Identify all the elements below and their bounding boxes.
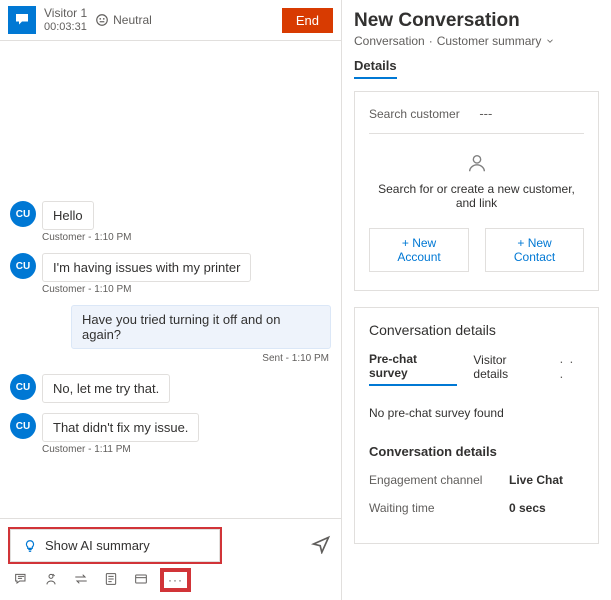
message-bubble: Have you tried turning it off and on aga… bbox=[71, 305, 331, 349]
message-row: CU That didn't fix my issue. bbox=[10, 413, 331, 442]
composer-toolbar: ··· bbox=[10, 562, 331, 594]
end-button[interactable]: End bbox=[282, 8, 333, 33]
no-prechat-text: No pre-chat survey found bbox=[369, 406, 584, 420]
chat-header: Visitor 1 00:03:31 Neutral End bbox=[0, 0, 341, 41]
search-customer-value[interactable]: --- bbox=[479, 106, 492, 121]
message-list: CU Hello Customer - 1:10 PM CU I'm havin… bbox=[0, 41, 341, 518]
message-meta: Sent - 1:10 PM bbox=[10, 353, 329, 364]
lightbulb-icon bbox=[23, 539, 37, 553]
tab-details[interactable]: Details bbox=[354, 58, 397, 79]
breadcrumb[interactable]: Conversation · Customer summary bbox=[354, 34, 599, 48]
message-meta: Customer - 1:10 PM bbox=[42, 284, 331, 295]
more-tabs-button[interactable]: · · · bbox=[559, 354, 584, 384]
message-meta: Customer - 1:11 PM bbox=[42, 444, 331, 455]
quick-replies-icon[interactable] bbox=[12, 570, 30, 588]
transfer-icon[interactable] bbox=[72, 570, 90, 588]
kv-row: Engagement channel Live Chat bbox=[369, 473, 584, 487]
person-icon bbox=[369, 152, 584, 174]
message-row-agent: Have you tried turning it off and on aga… bbox=[10, 305, 331, 349]
visitor-timer: 00:03:31 bbox=[44, 21, 87, 34]
message-bubble: I'm having issues with my printer bbox=[42, 253, 251, 282]
more-actions-button[interactable]: ··· bbox=[162, 570, 189, 590]
knowledge-icon[interactable] bbox=[132, 570, 150, 588]
ai-summary-label: Show AI summary bbox=[45, 538, 150, 553]
search-hint: Search for or create a new customer, and… bbox=[369, 182, 584, 210]
chevron-down-icon bbox=[545, 36, 555, 46]
new-contact-button[interactable]: + New Contact bbox=[485, 228, 584, 272]
tab-visitor-details[interactable]: Visitor details bbox=[473, 353, 543, 385]
notes-icon[interactable] bbox=[102, 570, 120, 588]
new-account-button[interactable]: + New Account bbox=[369, 228, 469, 272]
message-row: CU I'm having issues with my printer bbox=[10, 253, 331, 282]
message-row: CU Hello bbox=[10, 201, 331, 230]
conversation-details-card: Conversation details Pre-chat survey Vis… bbox=[354, 307, 599, 544]
conversation-details-title: Conversation details bbox=[369, 322, 584, 338]
composer: Show AI summary ··· bbox=[0, 518, 341, 600]
page-title: New Conversation bbox=[354, 10, 599, 32]
sentiment-indicator: Neutral bbox=[95, 13, 152, 27]
tab-prechat-survey[interactable]: Pre-chat survey bbox=[369, 352, 457, 386]
message-bubble: Hello bbox=[42, 201, 94, 230]
message-bubble: No, let me try that. bbox=[42, 374, 170, 403]
customer-avatar: CU bbox=[10, 253, 36, 279]
customer-card: Search customer --- Search for or create… bbox=[354, 91, 599, 291]
conversation-details-subhead: Conversation details bbox=[369, 444, 584, 459]
customer-avatar: CU bbox=[10, 374, 36, 400]
visitor-info: Visitor 1 00:03:31 bbox=[44, 6, 87, 34]
consult-icon[interactable] bbox=[42, 570, 60, 588]
message-row: CU No, let me try that. bbox=[10, 374, 331, 403]
search-customer-label: Search customer bbox=[369, 107, 460, 121]
send-button[interactable] bbox=[311, 534, 331, 557]
kv-row: Waiting time 0 secs bbox=[369, 501, 584, 515]
kv-value: Live Chat bbox=[509, 473, 563, 487]
kv-value: 0 secs bbox=[509, 501, 546, 515]
kv-key: Engagement channel bbox=[369, 473, 509, 487]
message-bubble: That didn't fix my issue. bbox=[42, 413, 199, 442]
visitor-name: Visitor 1 bbox=[44, 6, 87, 20]
chat-channel-icon bbox=[8, 6, 36, 34]
sentiment-label: Neutral bbox=[113, 13, 152, 27]
message-meta: Customer - 1:10 PM bbox=[42, 232, 331, 243]
kv-key: Waiting time bbox=[369, 501, 509, 515]
customer-avatar: CU bbox=[10, 413, 36, 439]
show-ai-summary-button[interactable]: Show AI summary bbox=[10, 529, 220, 562]
customer-avatar: CU bbox=[10, 201, 36, 227]
